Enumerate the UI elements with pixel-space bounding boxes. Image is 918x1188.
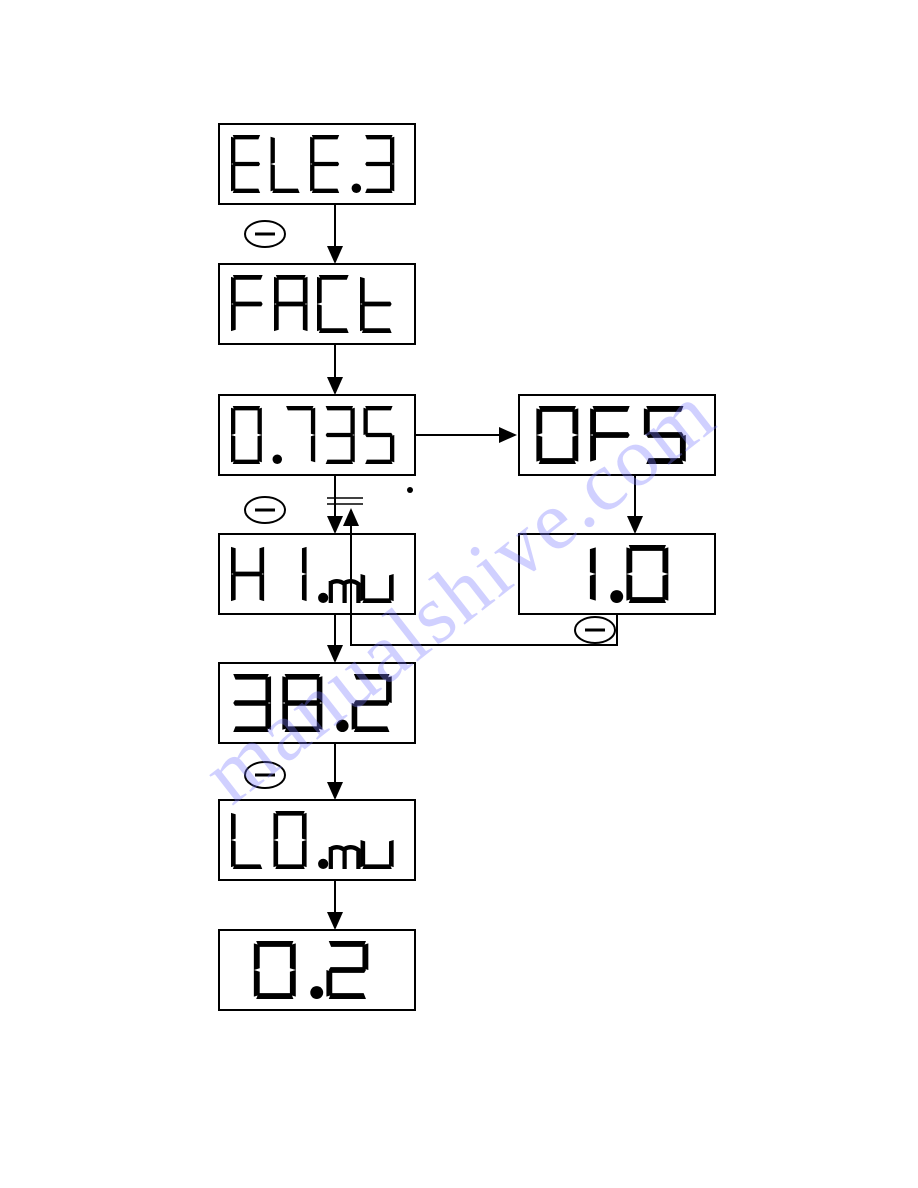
minus-icon — [245, 762, 285, 788]
minus-icon — [245, 221, 285, 247]
minus-icon — [245, 497, 285, 523]
minus-icon — [575, 617, 615, 643]
diagram-page: { "watermark": "manualshive.com", "boxes… — [0, 0, 918, 1188]
flow-diagram — [0, 0, 918, 1188]
